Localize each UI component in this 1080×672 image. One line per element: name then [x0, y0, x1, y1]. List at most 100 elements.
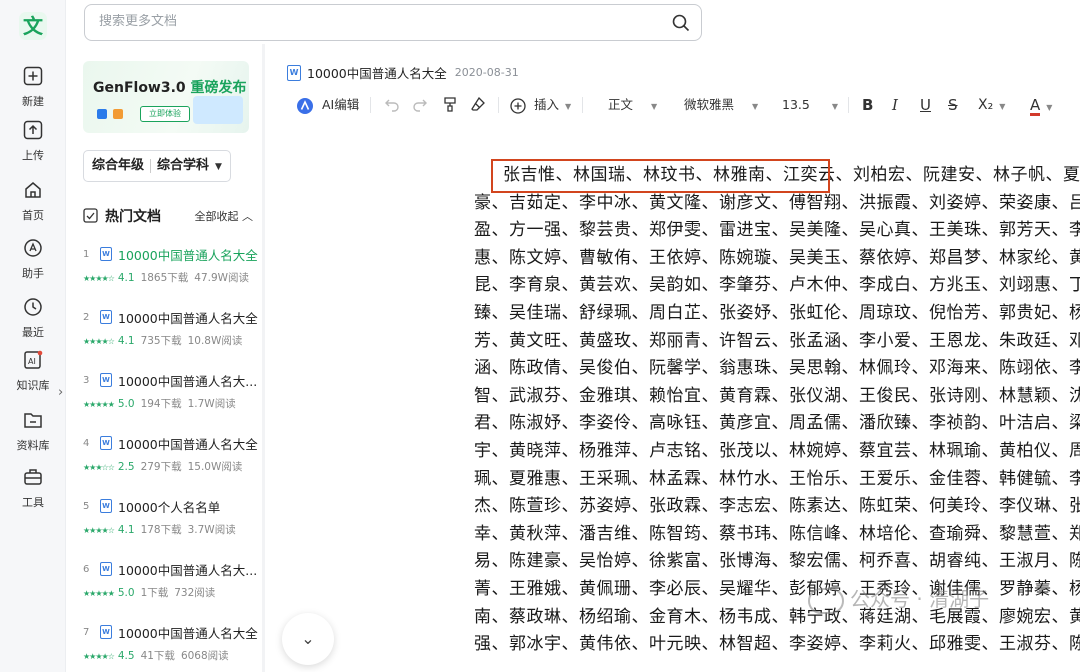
rating-stars: ★★★★☆	[83, 652, 115, 661]
rail-item-library[interactable]: 资料库	[0, 410, 66, 453]
left-rail: 文 新建 上传 首页 助手 最近 AI 知识库 资料库 工具 ›	[0, 0, 66, 672]
text-line: 君、陈淑妤、李姿伶、高咏钰、黄彦宜、周孟儒、潘欣臻、李祯韵、叶洁启、梁哲	[474, 413, 1080, 434]
banner-title: GenFlow3.0 重磅发布	[93, 80, 247, 96]
text-line: 昆、李育泉、黄芸欢、吴韵如、李肇芬、卢木仲、李成白、方兆玉、刘翊惠、丁汉	[474, 275, 1080, 296]
grade-label: 综合年级	[92, 158, 145, 173]
italic-button[interactable]: I	[892, 93, 898, 117]
doc-meta: ★★★★☆ 4.1 735下载 10.8W阅读	[83, 333, 242, 348]
caret-down-icon: ▼	[215, 162, 222, 172]
hot-doc-item[interactable]: 1 W 10000中国普通人名大全 ★★★★☆ 4.1 1865下载 47.9W阅读	[83, 244, 263, 300]
rail-label: 首页	[22, 209, 44, 222]
word-doc-icon: W	[287, 64, 301, 81]
doc-meta: ★★★★★ 5.0 1下载 732阅读	[83, 585, 215, 600]
search-bar[interactable]	[84, 4, 702, 41]
doc-name: 10000中国普通人名大全	[118, 626, 258, 641]
doc-rank: 3	[83, 375, 90, 386]
strikethrough-button[interactable]: S	[948, 93, 958, 117]
subscript-dropdown[interactable]: X₂ ▼	[978, 93, 1005, 117]
search-input[interactable]	[99, 14, 659, 29]
hot-doc-item[interactable]: 7 W 10000中国普通人名大全 ★★★★☆ 4.5 41下载 6068阅读	[83, 622, 263, 672]
rail-label: 资料库	[16, 439, 50, 452]
collapse-all-button[interactable]: 全部收起 ︿	[195, 208, 254, 224]
rail-item-knowledge[interactable]: AI 知识库	[0, 350, 66, 393]
folder-icon	[24, 413, 42, 428]
font-size-dropdown[interactable]: 13.5 ▼	[782, 93, 838, 117]
hot-doc-item[interactable]: 3 W 10000中国普通人名大... ★★★★★ 5.0 194下载 1.7W阅读	[83, 370, 263, 426]
rating-score: 4.1	[117, 335, 135, 347]
text-line: 宇、黄晓萍、杨雅萍、卢志铭、张茂以、林婉婷、蔡宜芸、林珮瑜、黄柏仪、周逸	[474, 440, 1080, 461]
rail-item-upload[interactable]: 上传	[0, 120, 66, 163]
rating-stars: ★★★★☆	[83, 274, 115, 283]
doc-meta: ★★★★☆ 4.5 41下载 6068阅读	[83, 648, 229, 663]
bold-button[interactable]: B	[862, 93, 873, 117]
download-count: 1下载	[140, 587, 169, 599]
clock-icon	[24, 298, 42, 316]
rail-item-tools[interactable]: 工具	[0, 467, 66, 510]
text-line: 盈、方一强、黎芸贵、郑伊雯、雷进宝、吴美隆、吴心真、王美珠、郭芳天、李雅	[474, 220, 1080, 241]
app-logo-icon	[113, 109, 123, 119]
undo-icon[interactable]	[384, 96, 400, 112]
hot-doc-item[interactable]: 2 W 10000中国普通人名大全 ★★★★☆ 4.1 735下载 10.8W阅读	[83, 307, 263, 363]
text-line: 易、陈建豪、吴怡婷、徐紫富、张博海、黎宏儒、柯乔喜、胡睿纯、王淑月、陈百	[474, 551, 1080, 572]
format-painter-icon[interactable]	[442, 96, 458, 112]
download-count: 194下载	[140, 398, 182, 410]
rail-item-assistant[interactable]: 助手	[0, 238, 66, 281]
hot-doc-item[interactable]: 4 W 10000中国普通人名大全 ★★★☆☆ 2.5 279下载 15.0W阅读	[83, 433, 263, 489]
upload-icon	[23, 120, 43, 140]
word-logo-icon	[97, 109, 107, 119]
app-logo[interactable]: 文	[19, 12, 47, 40]
redo-icon[interactable]	[412, 96, 428, 112]
rail-item-new[interactable]: 新建	[0, 66, 66, 109]
doc-name: 10000中国普通人名大...	[118, 374, 258, 389]
wechat-icon	[808, 587, 844, 614]
ai-edit-button[interactable]: AI编辑	[296, 93, 359, 117]
editor-toolbar: AI编辑 插入 ▼ 正文 ▼ 微软雅黑 ▼ 13.5 ▼ B I U S X₂ ▼ A ▼	[296, 93, 1066, 117]
download-count: 41下载	[140, 650, 175, 662]
doc-name: 10000中国普通人名大全	[118, 437, 258, 452]
rail-item-home[interactable]: 首页	[0, 180, 66, 223]
hot-doc-item[interactable]: 6 W 10000中国普通人名大... ★★★★★ 5.0 1下载 732阅读	[83, 559, 263, 615]
hot-docs-header: 热门文档 全部收起 ︿	[83, 206, 253, 226]
word-doc-icon: W	[100, 499, 112, 513]
read-count: 1.7W阅读	[187, 398, 236, 410]
ai-logo-icon	[297, 97, 313, 114]
try-now-button[interactable]: 立即体验	[140, 106, 190, 122]
rating-stars: ★★★★★	[83, 589, 115, 598]
rail-item-recent[interactable]: 最近	[0, 297, 66, 340]
plus-square-icon	[23, 66, 43, 86]
rating-score: 5.0	[117, 587, 135, 599]
document-header: W 10000中国普通人名大全 2020-08-31	[287, 62, 519, 81]
text-line: 豪、吉茹定、李中冰、黄文隆、谢彦文、傅智翔、洪振霞、刘姿婷、荣姿康、吕致	[474, 192, 1080, 213]
read-count: 47.9W阅读	[194, 272, 250, 284]
font-color-dropdown[interactable]: A ▼	[1030, 93, 1052, 117]
download-count: 1865下载	[140, 272, 189, 284]
read-count: 3.7W阅读	[187, 524, 236, 536]
scroll-down-button[interactable]: ⌄	[282, 613, 334, 665]
rating-score: 2.5	[117, 461, 135, 473]
doc-meta: ★★★★☆ 4.1 1865下载 47.9W阅读	[83, 270, 249, 285]
underline-button[interactable]: U	[920, 93, 931, 117]
promo-banner[interactable]: GenFlow3.0 重磅发布 立即体验	[83, 61, 249, 133]
toolbox-icon	[24, 469, 42, 485]
font-family-dropdown[interactable]: 微软雅黑 ▼	[684, 93, 758, 117]
text-line: 智、武淑芬、金雅琪、赖怡宜、黄育霖、张仪湖、王俊民、张诗刚、林慧颖、沈俊	[474, 385, 1080, 406]
home-icon	[25, 182, 41, 198]
doc-rank: 1	[83, 249, 90, 260]
rating-score: 4.5	[117, 650, 135, 662]
plus-circle-icon	[510, 97, 526, 114]
doc-name: 10000个人名名单	[118, 500, 221, 515]
search-icon[interactable]	[671, 13, 691, 33]
text-line: 芳、黄文旺、黄盛玫、郑丽青、许智云、张孟涵、李小爱、王恩龙、朱政廷、邓诗	[474, 330, 1080, 351]
text-line: 臻、吴佳瑞、舒绿珮、周白芷、张姿妤、张虹伦、周琼玟、倪怡芳、郭贵妃、杨佩	[474, 302, 1080, 323]
doc-name: 10000中国普通人名大全	[118, 311, 258, 326]
rail-label: 助手	[22, 267, 44, 280]
eraser-icon[interactable]	[470, 96, 486, 112]
hot-doc-item[interactable]: 5 W 10000个人名名单 ★★★★☆ 4.1 178下载 3.7W阅读	[83, 496, 263, 552]
insert-dropdown[interactable]: 插入 ▼	[510, 93, 571, 117]
rating-stars: ★★★★☆	[83, 526, 115, 535]
read-count: 15.0W阅读	[187, 461, 243, 473]
grade-subject-filter[interactable]: 综合年级 综合学科 ▼	[83, 150, 231, 182]
rating-stars: ★★★★☆	[83, 337, 115, 346]
panel-scrollbar[interactable]	[262, 44, 265, 672]
paragraph-style-dropdown[interactable]: 正文 ▼	[608, 93, 657, 117]
